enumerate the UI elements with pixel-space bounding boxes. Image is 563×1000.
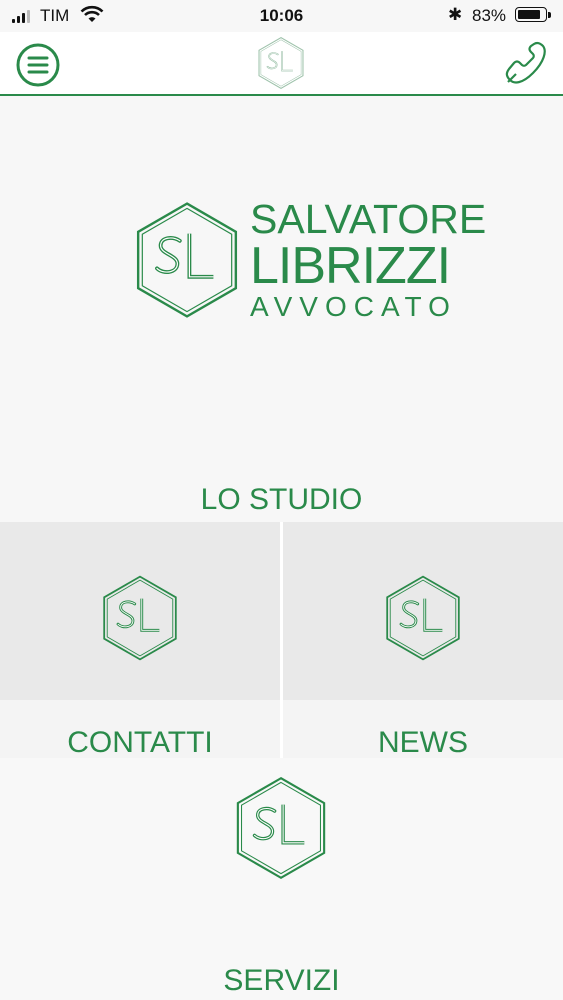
tile-label-servizi: SERVIZI (223, 964, 340, 997)
lawyer-last-name: LIBRIZZI (250, 237, 451, 295)
sl-logo-icon (136, 202, 238, 318)
tile-label-news: NEWS (378, 726, 468, 759)
tile-contatti[interactable]: CONTATTI (0, 522, 280, 759)
battery-level-fill (518, 10, 540, 19)
tile-label-lo-studio[interactable]: LO STUDIO (0, 483, 563, 517)
phone-icon[interactable] (498, 40, 548, 90)
status-bar: TIM 10:06 ✱ 83% (0, 0, 563, 32)
hamburger-menu-icon[interactable] (15, 42, 61, 88)
tile-label-contatti: CONTATTI (67, 726, 213, 759)
nav-bar (0, 32, 563, 96)
sl-logo-icon[interactable] (254, 36, 308, 90)
sl-logo-icon (103, 575, 177, 661)
tile-servizi[interactable]: SERVIZI (0, 758, 563, 1000)
bluetooth-icon: ✱ (448, 5, 463, 24)
sl-logo-icon (236, 776, 326, 880)
lawyer-title: AVVOCATO (250, 291, 457, 322)
hero-banner[interactable]: SALVATORE LIBRIZZI AVVOCATO (0, 96, 563, 520)
battery-percent: 83% (472, 6, 507, 25)
tile-news[interactable]: NEWS (283, 522, 563, 759)
sl-logo-icon (386, 575, 460, 661)
battery-icon (515, 7, 551, 22)
